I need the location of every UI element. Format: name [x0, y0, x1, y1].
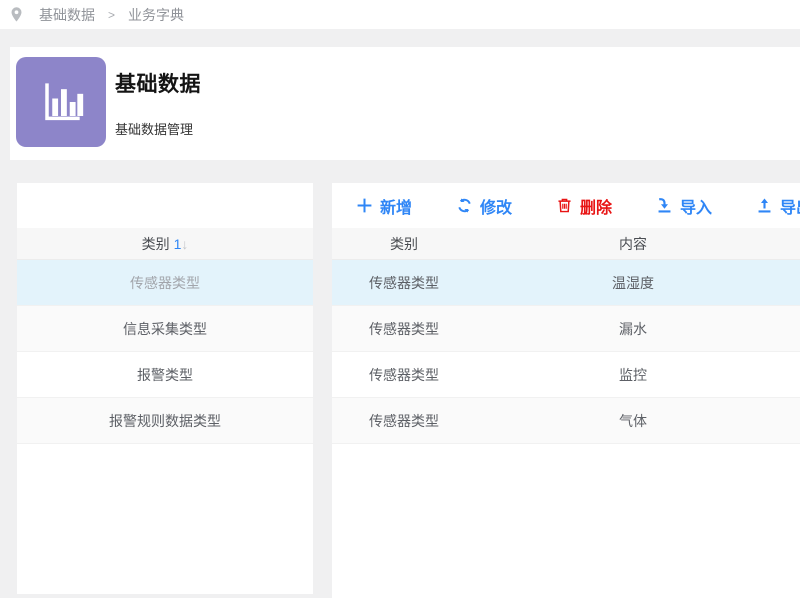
dict-row-content: 气体	[476, 411, 790, 431]
dictionary-panel: 新增 修改 删除 导入	[332, 183, 800, 598]
dict-row-category: 传感器类型	[332, 365, 476, 385]
import-button-label: 导入	[680, 194, 712, 218]
dict-row-content: 监控	[476, 365, 790, 385]
add-button[interactable]: 新增	[356, 194, 422, 218]
category-row-label: 信息采集类型	[123, 319, 207, 339]
page-header: 基础数据 基础数据管理	[10, 47, 800, 160]
category-row-alarm-rule-data-type[interactable]: 报警规则数据类型	[17, 398, 313, 444]
add-button-label: 新增	[380, 194, 412, 218]
category-panel: 类别 1 ↓ 传感器类型 信息采集类型 报警类型 报警规则数据类型	[17, 183, 313, 594]
breadcrumb-bar: 基础数据 > 业务字典	[0, 0, 800, 29]
delete-button-label: 删除	[580, 194, 612, 218]
location-pin-icon	[9, 6, 24, 23]
category-row-alarm-type[interactable]: 报警类型	[17, 352, 313, 398]
dict-row-category: 传感器类型	[332, 273, 476, 293]
category-header-label: 类别	[142, 234, 170, 254]
column-header-content: 内容	[476, 234, 790, 254]
page-subtitle: 基础数据管理	[115, 119, 201, 138]
export-button-label: 导出	[780, 194, 800, 218]
header-titles: 基础数据 基础数据管理	[115, 68, 201, 138]
dictionary-toolbar: 新增 修改 删除 导入	[332, 183, 800, 228]
category-row-label: 报警规则数据类型	[109, 411, 221, 431]
modify-button-label: 修改	[480, 194, 512, 218]
dict-row-temp-humidity[interactable]: 传感器类型 温湿度	[332, 260, 800, 306]
bar-chart-icon	[33, 74, 89, 130]
breadcrumb: 基础数据 > 业务字典	[39, 5, 184, 25]
modify-button[interactable]: 修改	[456, 194, 522, 218]
category-row-sensor-type[interactable]: 传感器类型	[17, 260, 313, 306]
upload-icon	[756, 197, 773, 214]
column-header-category: 类别	[332, 234, 476, 254]
dict-row-category: 传感器类型	[332, 319, 476, 339]
dict-row-content: 漏水	[476, 319, 790, 339]
trash-icon	[556, 197, 573, 214]
sort-ascending-icon[interactable]: 1	[174, 236, 182, 252]
sort-descending-icon[interactable]: ↓	[181, 236, 188, 252]
plus-icon	[356, 197, 373, 214]
dict-row-monitor[interactable]: 传感器类型 监控	[332, 352, 800, 398]
category-row-label: 报警类型	[137, 365, 193, 385]
breadcrumb-item-business-dict[interactable]: 业务字典	[128, 5, 184, 25]
dict-row-category: 传感器类型	[332, 411, 476, 431]
category-panel-toolbar-space	[17, 183, 313, 228]
dict-row-content: 温湿度	[476, 273, 790, 293]
category-column-header[interactable]: 类别 1 ↓	[17, 228, 313, 260]
dictionary-table-header: 类别 内容	[332, 228, 800, 260]
delete-button[interactable]: 删除	[556, 194, 622, 218]
refresh-icon	[456, 197, 473, 214]
breadcrumb-item-basic-data[interactable]: 基础数据	[39, 5, 95, 25]
category-row-label: 传感器类型	[130, 273, 200, 293]
app-icon-box	[16, 57, 106, 147]
category-row-info-collect-type[interactable]: 信息采集类型	[17, 306, 313, 352]
dict-row-gas[interactable]: 传感器类型 气体	[332, 398, 800, 444]
dict-row-water-leak[interactable]: 传感器类型 漏水	[332, 306, 800, 352]
export-button[interactable]: 导出	[756, 194, 800, 218]
download-icon	[656, 197, 673, 214]
breadcrumb-separator: >	[108, 8, 115, 22]
page-title: 基础数据	[115, 68, 201, 98]
import-button[interactable]: 导入	[656, 194, 722, 218]
